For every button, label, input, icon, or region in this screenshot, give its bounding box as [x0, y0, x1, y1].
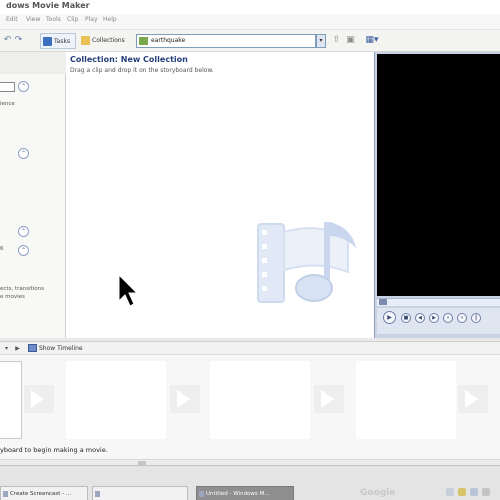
play-storyboard-icon[interactable]: ▶ — [13, 344, 22, 353]
taskbar-item-label: Untitled - Windows M... — [206, 491, 270, 497]
prev-frame-icon[interactable]: ◀ — [415, 313, 425, 323]
collections-label: Collections — [92, 37, 125, 44]
film-music-watermark-icon — [257, 222, 356, 303]
shield-icon[interactable] — [458, 488, 466, 496]
collection-subtitle: Drag a clip and drop it on the storyboar… — [70, 67, 214, 74]
expand-arrow-icon[interactable]: ⌃ — [18, 148, 29, 159]
playback-controls: ▶ ■ ◀ ▶ « » ┃ — [377, 308, 500, 334]
task-count: 6 — [0, 246, 4, 252]
tasks-button[interactable]: Tasks — [40, 33, 76, 49]
address-value: earthquake — [151, 37, 186, 44]
preview-monitor: ▶ ■ ◀ ▶ « » ┃ — [374, 52, 500, 338]
transition-arrow-icon — [24, 385, 54, 413]
preview-screen — [377, 54, 500, 296]
search-watermark: Google — [360, 488, 396, 498]
movie-maker-window: dows Movie Maker Edit View Tools Clip Pl… — [0, 0, 500, 500]
forward-icon[interactable]: » — [457, 313, 467, 323]
menu-play[interactable]: Play — [85, 16, 98, 23]
network-icon[interactable] — [446, 488, 454, 496]
expand-arrow-icon[interactable]: ⌃ — [18, 81, 29, 92]
up-folder-icon[interactable]: ⇧ — [331, 35, 342, 46]
collection-contents: Collection: New Collection Drag a clip a… — [66, 52, 374, 338]
storyboard-menu-icon[interactable]: ▾ — [2, 344, 11, 353]
toolbar: ↶ ↷ Tasks Collections earthquake ▾ ⇧ ▣ ▦… — [0, 30, 500, 52]
tray-app-icon[interactable] — [482, 488, 490, 496]
task-text: ience — [0, 101, 15, 107]
back-arrow-icon[interactable]: ↶ — [2, 35, 13, 46]
stop-icon[interactable]: ■ — [401, 313, 411, 323]
tasks-pane: ⌃ ience ⌃ ⌃ 6 ⌃ ects, transitions e movi… — [0, 52, 66, 338]
app-icon — [199, 491, 204, 497]
tasks-label: Tasks — [54, 38, 71, 45]
storyboard-hint: yboard to begin making a movie. — [0, 446, 108, 454]
window-title: dows Movie Maker — [6, 1, 90, 10]
tasks-pane-header — [0, 52, 66, 74]
storyboard-toolbar: ▾ ▶ Show Timeline — [0, 341, 500, 355]
app-icon — [95, 491, 100, 497]
collections-folder-icon — [81, 36, 90, 45]
rewind-icon[interactable]: « — [443, 313, 453, 323]
storyboard-cell[interactable] — [66, 361, 166, 439]
split-icon[interactable]: ┃ — [471, 313, 481, 323]
collection-address-field[interactable]: earthquake — [136, 34, 316, 48]
expand-arrow-icon[interactable]: ⌃ — [18, 226, 29, 237]
forward-arrow-icon[interactable]: ↷ — [13, 35, 24, 46]
seek-bar[interactable] — [377, 298, 500, 306]
transition-arrow-icon — [458, 385, 488, 413]
taskbar-item-label: Create Screencast - ... — [10, 491, 72, 497]
task-field[interactable] — [0, 82, 15, 92]
storyboard-cell[interactable] — [356, 361, 456, 439]
menu-view[interactable]: View — [26, 16, 40, 23]
transition-arrow-icon — [170, 385, 200, 413]
new-folder-icon[interactable]: ▣ — [345, 35, 356, 46]
storyboard-cell[interactable] — [210, 361, 310, 439]
thumbnail-view-icon[interactable]: ▦▾ — [364, 35, 380, 46]
storyboard[interactable]: yboard to begin making a movie. — [0, 355, 500, 459]
tasks-icon — [43, 37, 52, 46]
taskbar: Create Screencast - ... Untitled - Windo… — [0, 465, 500, 500]
play-icon[interactable]: ▶ — [383, 311, 396, 324]
menu-clip[interactable]: Clip — [67, 16, 78, 23]
storyboard-cell[interactable] — [0, 361, 22, 439]
title-bar: dows Movie Maker — [0, 0, 500, 14]
show-timeline-button[interactable]: Show Timeline — [28, 343, 83, 354]
taskbar-item-movie-maker[interactable]: Untitled - Windows M... — [196, 486, 294, 500]
task-text: e movies — [0, 294, 25, 300]
next-frame-icon[interactable]: ▶ — [429, 313, 439, 323]
show-timeline-label: Show Timeline — [39, 345, 83, 352]
taskbar-item-blank[interactable] — [92, 486, 188, 500]
menu-edit[interactable]: Edit — [6, 16, 18, 23]
collection-icon — [139, 37, 148, 45]
menu-tools[interactable]: Tools — [46, 16, 61, 23]
system-tray — [442, 485, 500, 500]
task-text: ects, transitions — [0, 286, 44, 292]
seek-indicator-icon — [379, 299, 387, 305]
taskbar-item-screencast[interactable]: Create Screencast - ... — [0, 486, 88, 500]
menu-help[interactable]: Help — [103, 16, 117, 23]
collections-button[interactable]: Collections — [79, 33, 131, 49]
transition-arrow-icon — [314, 385, 344, 413]
expand-arrow-icon[interactable]: ⌃ — [18, 245, 29, 256]
app-icon — [3, 491, 8, 497]
dropdown-arrow-icon[interactable]: ▾ — [316, 34, 326, 48]
volume-icon[interactable] — [470, 488, 478, 496]
menu-bar: Edit View Tools Clip Play Help — [0, 14, 500, 30]
mouse-cursor-icon — [118, 274, 139, 307]
collection-title: Collection: New Collection — [70, 55, 188, 64]
timeline-icon — [28, 344, 37, 352]
